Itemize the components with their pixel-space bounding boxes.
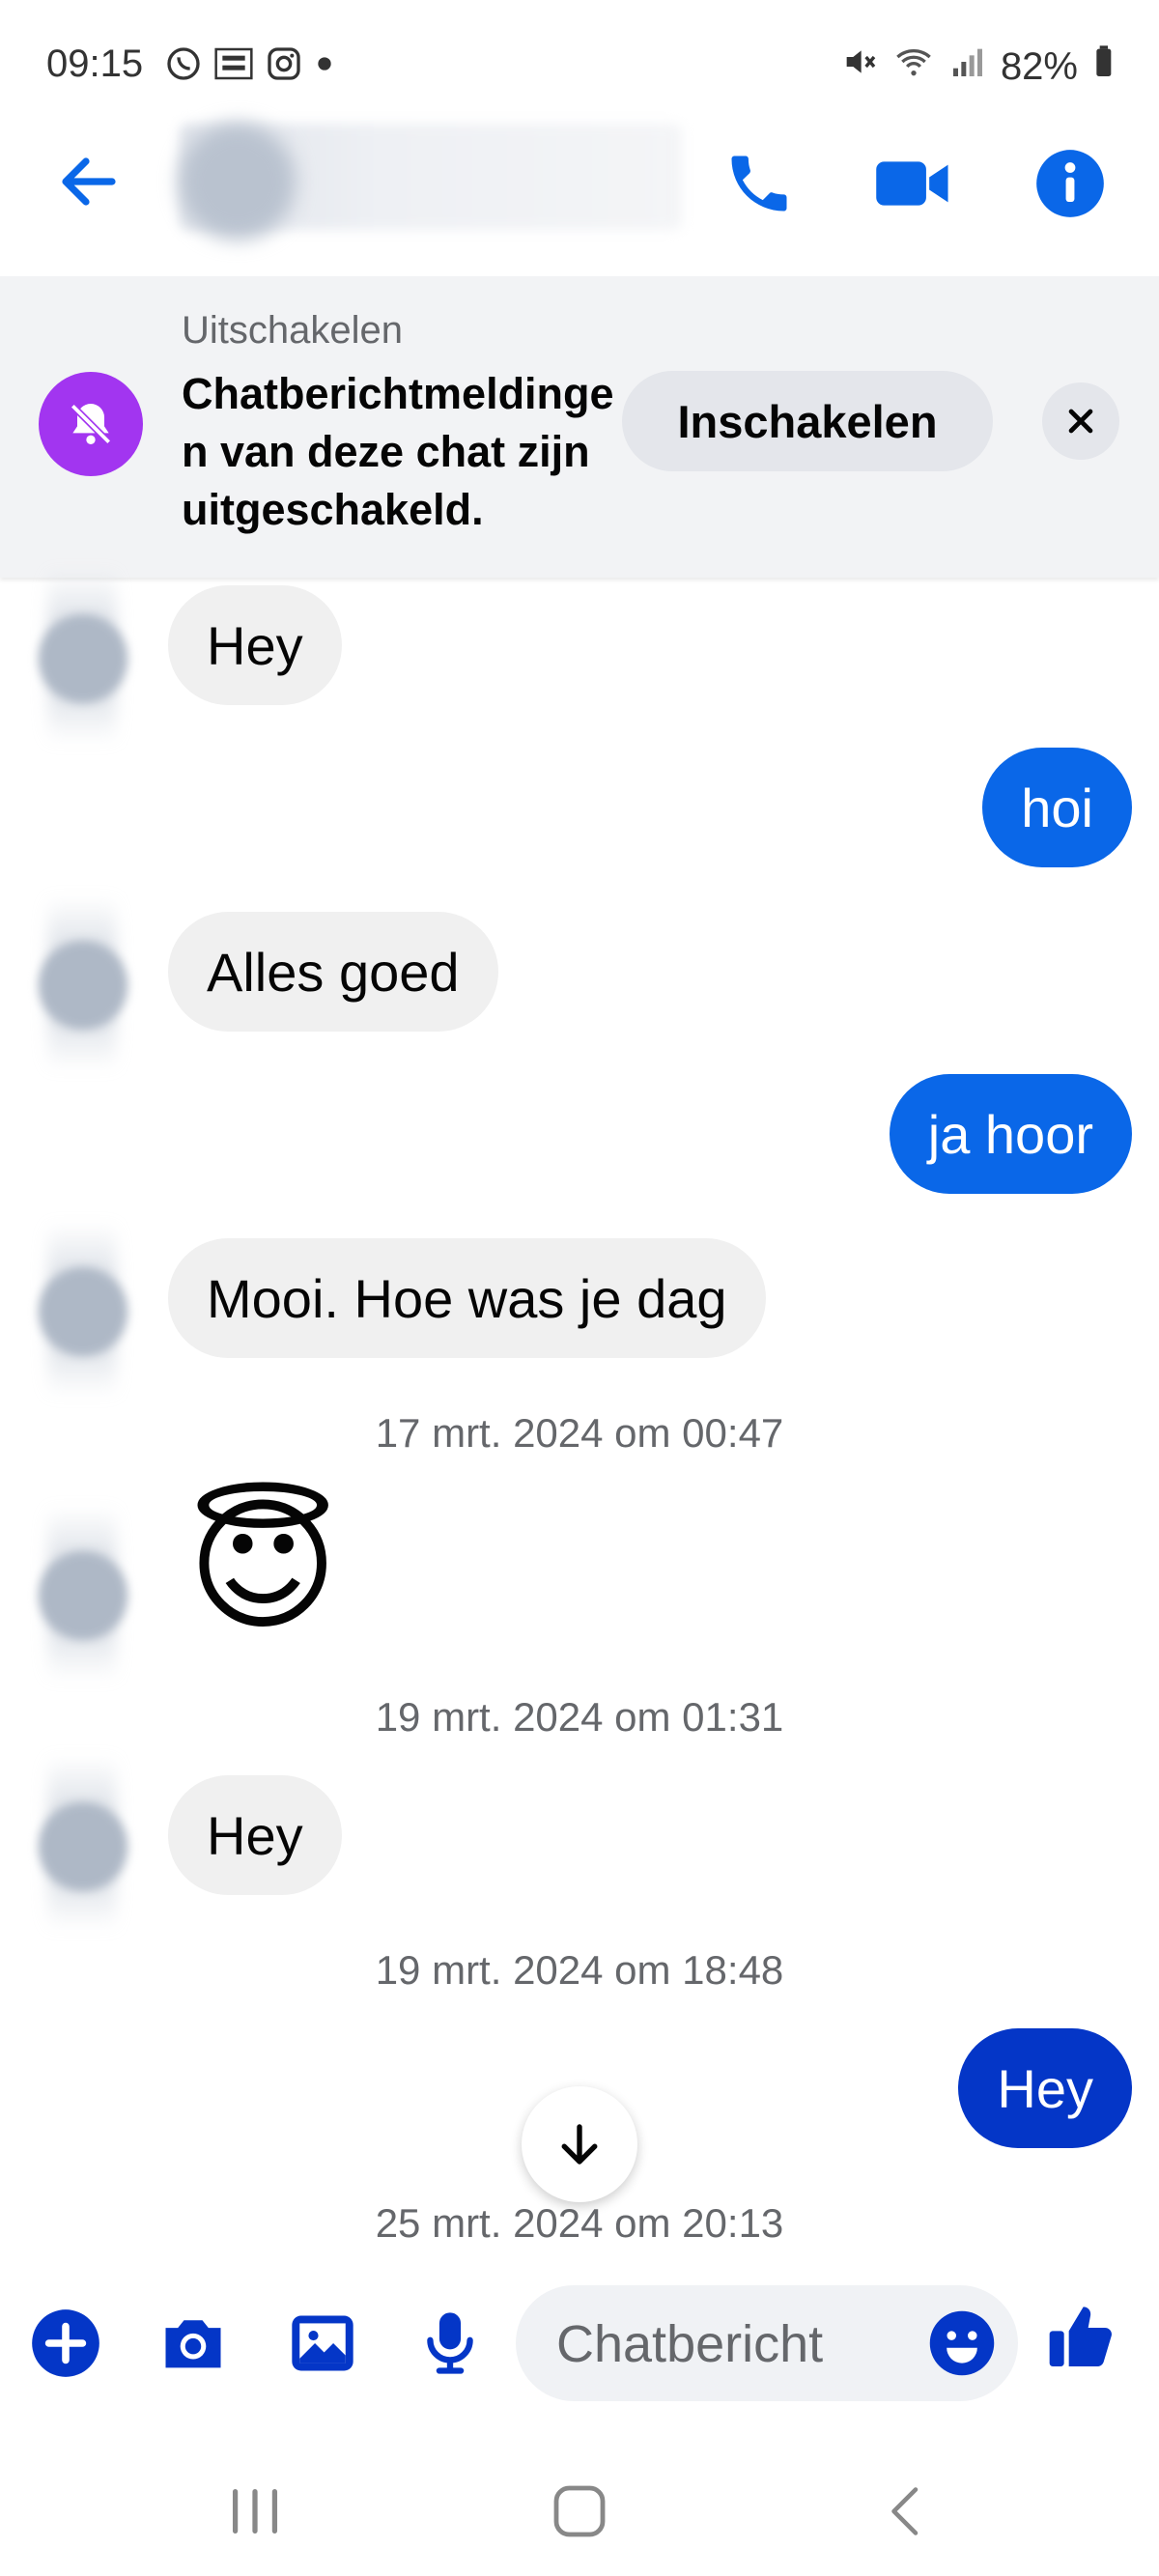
message-outgoing[interactable]: Hey [958,2028,1132,2148]
contact-avatar[interactable] [180,124,296,240]
status-right: 82% [840,42,1115,91]
message-text: Alles goed [207,941,460,1003]
recent-apps-icon[interactable] [216,2473,294,2550]
timestamp: 19 mrt. 2024 om 18:48 [375,1947,784,1993]
thumbs-up-icon[interactable] [1043,2299,1120,2376]
message-text: Mooi. Hoe was je dag [207,1267,727,1329]
banner-text: Chatberichtmeldingen van deze chat zijn … [182,369,614,534]
avatar[interactable] [39,1267,127,1356]
status-time: 09:15 [46,42,144,85]
scroll-down-button[interactable] [522,2086,637,2202]
message-text: hoi [1021,777,1093,838]
message-text: Hey [207,1804,303,1866]
emoji-message[interactable]: 😇 [187,1484,338,1648]
back-nav-icon[interactable] [867,2473,945,2550]
emoji-icon[interactable] [925,2307,999,2385]
message-incoming[interactable]: Hey [168,585,342,705]
status-notification-icons [164,44,336,88]
wifi-icon [892,42,935,91]
message-text: ja hoor [927,1103,1093,1165]
plus-icon[interactable] [27,2305,104,2382]
whatsapp-icon [164,44,203,88]
signal-icon [948,42,987,91]
back-arrow-icon[interactable] [54,147,124,221]
info-icon[interactable] [1033,147,1107,225]
timestamp: 25 mrt. 2024 om 20:13 [375,2200,784,2246]
message-incoming[interactable]: Alles goed [168,912,498,1032]
instagram-icon [265,44,303,88]
avatar[interactable] [39,1551,127,1640]
avatar[interactable] [39,614,127,703]
close-icon[interactable] [1042,382,1119,460]
battery-icon [1091,42,1115,91]
timestamp: 17 mrt. 2024 om 00:47 [375,1410,784,1456]
message-text: Hey [207,614,303,676]
mute-icon [840,42,879,91]
timestamp: 19 mrt. 2024 om 01:31 [375,1694,784,1740]
avatar[interactable] [39,1802,127,1891]
message-outgoing[interactable]: hoi [982,748,1132,867]
home-icon[interactable] [541,2473,618,2550]
microphone-icon[interactable] [411,2305,489,2382]
message-text: Hey [997,2057,1093,2119]
video-icon[interactable] [873,145,954,227]
phone-icon[interactable] [722,147,796,225]
dot-icon [313,44,336,88]
message-outgoing[interactable]: ja hoor [889,1074,1132,1194]
message-composer [516,2285,1018,2401]
temu-icon [212,44,255,88]
enable-notifications-button[interactable]: Inschakelen [622,371,993,471]
arrow-down-icon [561,2124,598,2165]
message-incoming[interactable]: Mooi. Hoe was je dag [168,1238,766,1358]
camera-icon[interactable] [155,2305,232,2382]
gallery-icon[interactable] [284,2305,361,2382]
avatar[interactable] [39,941,127,1030]
banner-title: Uitschakelen [182,309,404,352]
message-incoming[interactable]: Hey [168,1775,342,1895]
battery-text: 82% [1000,44,1078,88]
message-input[interactable] [554,2305,906,2384]
muted-bell-icon [39,372,143,476]
